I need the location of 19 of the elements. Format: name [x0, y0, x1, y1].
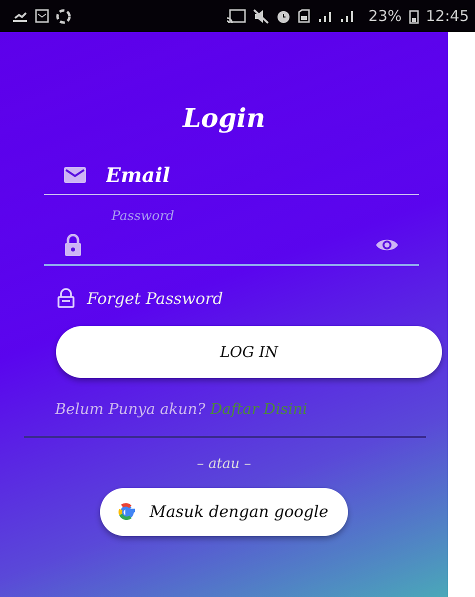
google-signin-button[interactable]: Masuk dengan google [100, 488, 348, 536]
sim-icon [298, 9, 310, 23]
mail-icon [35, 9, 49, 23]
eye-icon[interactable] [374, 238, 398, 252]
login-button[interactable]: LOG IN [56, 326, 442, 378]
clock: 12:45 [426, 7, 469, 25]
mute-icon [253, 8, 270, 24]
cast-icon [226, 8, 246, 24]
forget-password-link[interactable]: Forget Password [87, 288, 223, 308]
lock-icon [64, 234, 82, 256]
alarm-icon [276, 8, 292, 24]
login-title: Login [182, 104, 266, 134]
lock-open-icon [57, 288, 75, 308]
signup-prompt: Belum Punya akun? Daftar Disini [55, 400, 308, 418]
battery-icon [408, 8, 419, 24]
google-icon [116, 500, 138, 522]
mail-icon [64, 167, 86, 183]
battery-percentage: 23% [368, 7, 402, 25]
separator-text: – atau – [196, 456, 252, 472]
